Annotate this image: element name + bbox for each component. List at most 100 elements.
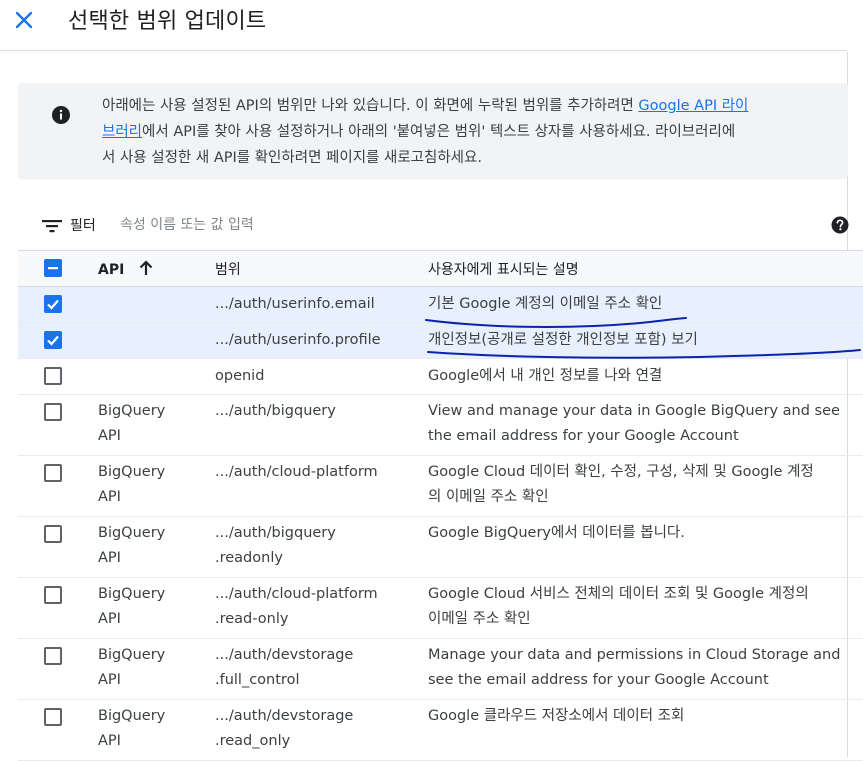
row-checkbox[interactable] <box>44 647 62 665</box>
filter-icon[interactable] <box>42 218 62 234</box>
description-line1: Google에서 내 개인 정보를 나와 연결 <box>428 368 663 384</box>
row-checkbox[interactable] <box>44 295 62 313</box>
description-cell: Google 클라우드 저장소에서 데이터 조회 <box>428 704 863 729</box>
arrow-up-icon[interactable] <box>137 259 155 277</box>
api-library-link[interactable]: Google API 라이 <box>638 98 748 114</box>
info-icon <box>52 106 70 124</box>
scope-line1: openid <box>215 368 265 384</box>
scope-cell: .../auth/bigquery .readonly <box>215 521 415 571</box>
filter-bar: 필터 <box>18 201 849 249</box>
scopes-table: API 범위 사용자에게 표시되는 설명 .../auth/userinfo.e… <box>18 250 863 761</box>
indeterminate-icon <box>48 267 58 270</box>
description-line1: Google 클라우드 저장소에서 데이터 조회 <box>428 708 685 724</box>
description-line2: the email address for your Google Accoun… <box>428 428 739 444</box>
api-line1: BigQuery <box>98 708 166 724</box>
api-line2: API <box>98 428 121 444</box>
description-cell: 기본 Google 계정의 이메일 주소 확인 <box>428 292 863 317</box>
info-text-line1: 아래에는 사용 설정된 API의 범위만 나와 있습니다. 이 화면에 누락된 … <box>102 98 639 114</box>
table-row[interactable]: BigQuery API .../auth/devstorage .full_con… <box>18 639 863 700</box>
row-checkbox[interactable] <box>44 525 62 543</box>
select-all-checkbox[interactable] <box>44 259 62 277</box>
row-checkbox[interactable] <box>44 708 62 726</box>
page-title: 선택한 범위 업데이트 <box>68 9 267 34</box>
api-library-link-continued[interactable]: 브러리 <box>102 124 142 140</box>
close-icon[interactable] <box>13 9 35 31</box>
scope-cell: openid <box>215 364 415 389</box>
column-header-scope[interactable]: 범위 <box>215 259 241 279</box>
table-row[interactable]: BigQuery API .../auth/cloud-platform Goog… <box>18 456 863 517</box>
description-line2: 이메일 주소 확인 <box>428 611 531 627</box>
api-line1: BigQuery <box>98 525 166 541</box>
scope-line1: .../auth/bigquery <box>215 525 336 541</box>
scope-line1: .../auth/devstorage <box>215 708 354 724</box>
close-button[interactable] <box>12 8 36 32</box>
info-text-line3: 서 사용 설정한 새 API를 확인하려면 페이지를 새로고침하세요. <box>102 150 482 166</box>
scope-line2: .read-only <box>215 611 289 627</box>
api-line1: BigQuery <box>98 647 166 663</box>
description-cell: Google에서 내 개인 정보를 나와 연결 <box>428 364 863 389</box>
row-checkbox[interactable] <box>44 367 62 385</box>
api-line2: API <box>98 550 121 566</box>
api-line1: BigQuery <box>98 464 166 480</box>
description-line1: Google Cloud 서비스 전체의 데이터 조회 및 Google 계정의 <box>428 586 809 602</box>
scope-line2: .read_only <box>215 733 291 749</box>
row-checkbox[interactable] <box>44 331 62 349</box>
dialog-header: 선택한 범위 업데이트 <box>0 0 863 50</box>
scope-cell: .../auth/cloud-platform .read-only <box>215 582 415 632</box>
description-cell: Google Cloud 서비스 전체의 데이터 조회 및 Google 계정의… <box>428 582 863 632</box>
table-row[interactable]: BigQuery API .../auth/bigquery .readonly G… <box>18 517 863 578</box>
table-row[interactable]: .../auth/userinfo.email 기본 Google 계정의 이메… <box>18 287 863 323</box>
scope-cell: .../auth/devstorage .read_only <box>215 704 415 754</box>
table-row[interactable]: .../auth/userinfo.profile 개인정보(공개로 설정한 개… <box>18 323 863 359</box>
description-cell: View and manage your data in Google BigQ… <box>428 399 863 449</box>
filter-input[interactable] <box>118 209 718 241</box>
column-header-api-label: API <box>98 262 125 278</box>
description-cell: 개인정보(공개로 설정한 개인정보 포함) 보기 <box>428 328 863 353</box>
api-cell: BigQuery API <box>98 521 198 571</box>
description-line1: 기본 Google 계정의 이메일 주소 확인 <box>428 296 663 312</box>
help-icon[interactable] <box>831 216 849 234</box>
api-line1: BigQuery <box>98 403 166 419</box>
description-line1: Google BigQuery에서 데이터를 봅니다. <box>428 525 685 541</box>
scope-line1: .../auth/cloud-platform <box>215 464 378 480</box>
row-checkbox[interactable] <box>44 403 62 421</box>
description-line1: Manage your data and permissions in Clou… <box>428 647 841 663</box>
api-line2: API <box>98 733 121 749</box>
table-row[interactable]: openid Google에서 내 개인 정보를 나와 연결 <box>18 359 863 395</box>
description-cell: Manage your data and permissions in Clou… <box>428 643 863 693</box>
scope-cell: .../auth/userinfo.email <box>215 292 415 317</box>
scope-line1: .../auth/cloud-platform <box>215 586 378 602</box>
scope-line1: .../auth/bigquery <box>215 403 336 419</box>
column-header-description[interactable]: 사용자에게 표시되는 설명 <box>428 259 579 279</box>
description-line2: see the email address for your Google Ac… <box>428 672 769 688</box>
scope-cell: .../auth/devstorage .full_control <box>215 643 415 693</box>
description-cell: Google BigQuery에서 데이터를 봅니다. <box>428 521 863 546</box>
table-header: API 범위 사용자에게 표시되는 설명 <box>18 250 863 287</box>
column-header-api[interactable]: API <box>98 259 155 278</box>
api-cell: BigQuery API <box>98 399 198 449</box>
row-checkbox[interactable] <box>44 586 62 604</box>
api-line1: BigQuery <box>98 586 166 602</box>
table-row[interactable]: BigQuery API .../auth/devstorage .read_onl… <box>18 700 863 761</box>
filter-label: 필터 <box>70 218 96 234</box>
scope-line1: .../auth/userinfo.profile <box>215 332 381 348</box>
info-text-line2: 에서 API를 찾아 사용 설정하거나 아래의 '붙여넣은 범위' 텍스트 상자… <box>142 124 736 140</box>
scope-line2: .readonly <box>215 550 283 566</box>
scope-cell: .../auth/bigquery <box>215 399 415 424</box>
table-row[interactable]: BigQuery API .../auth/bigquery View and m… <box>18 395 863 456</box>
description-cell: Google Cloud 데이터 확인, 수정, 구성, 삭제 및 Google… <box>428 460 863 510</box>
info-message: 아래에는 사용 설정된 API의 범위만 나와 있습니다. 이 화면에 누락된 … <box>102 93 844 171</box>
scope-line1: .../auth/userinfo.email <box>215 296 375 312</box>
row-checkbox[interactable] <box>44 464 62 482</box>
description-line1: View and manage your data in Google BigQ… <box>428 403 840 419</box>
scope-line2: .full_control <box>215 672 300 688</box>
description-line2: 의 이메일 주소 확인 <box>428 489 549 505</box>
description-line1: Google Cloud 데이터 확인, 수정, 구성, 삭제 및 Google… <box>428 464 814 480</box>
scope-cell: .../auth/cloud-platform <box>215 460 415 485</box>
table-row[interactable]: BigQuery API .../auth/cloud-platform .read… <box>18 578 863 639</box>
api-cell: BigQuery API <box>98 460 198 510</box>
check-icon <box>47 299 59 310</box>
header-divider <box>0 50 847 51</box>
api-line2: API <box>98 672 121 688</box>
scope-line1: .../auth/devstorage <box>215 647 354 663</box>
